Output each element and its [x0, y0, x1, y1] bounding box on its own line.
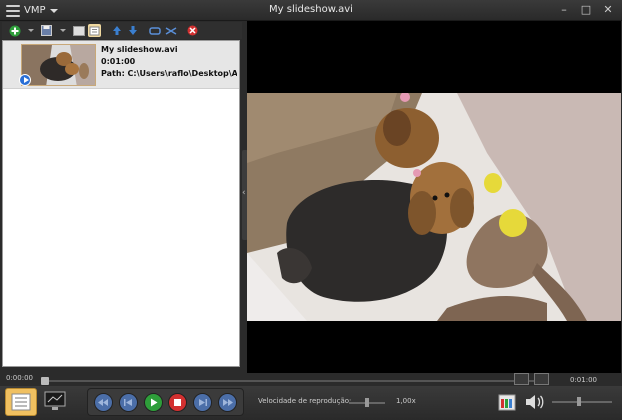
playlist-toggle-button[interactable] [5, 388, 37, 416]
save-icon[interactable] [40, 24, 53, 37]
dropdown-caret-icon[interactable] [56, 24, 69, 37]
remove-icon[interactable] [186, 24, 199, 37]
minimize-button[interactable]: – [556, 2, 572, 18]
playlist-panel[interactable]: My slideshow.avi 0:01:00 Path: C:\Users\… [2, 40, 240, 367]
next-icon[interactable] [193, 392, 213, 412]
seek-thumb[interactable] [41, 377, 49, 385]
move-up-icon[interactable] [110, 24, 123, 37]
dropdown-caret-icon[interactable] [24, 24, 37, 37]
playlist-toolbar [2, 22, 242, 39]
stop-icon[interactable] [168, 392, 188, 412]
total-time: 0:01:00 [570, 376, 597, 384]
video-display[interactable] [247, 21, 621, 373]
snapshot-gallery-icon[interactable] [496, 391, 518, 413]
play-icon[interactable] [143, 392, 163, 412]
video-thumbnail [21, 44, 96, 86]
fullscreen-view-button[interactable] [40, 388, 72, 416]
seek-bar[interactable] [42, 380, 548, 382]
shuffle-icon[interactable] [164, 24, 177, 37]
video-frame [247, 93, 621, 321]
speed-slider-thumb[interactable] [365, 398, 369, 407]
transport-controls [87, 388, 244, 416]
volume-icon[interactable] [524, 393, 546, 411]
playlist-icon [11, 393, 31, 411]
skip-back-icon[interactable] [93, 392, 113, 412]
volume-slider-thumb[interactable] [577, 397, 581, 406]
window-title: My slideshow.avi [269, 4, 353, 15]
move-down-icon[interactable] [126, 24, 139, 37]
elapsed-time: 0:00:00 [6, 374, 33, 382]
playlist-item-duration: 0:01:00 [101, 57, 136, 66]
repeat-icon[interactable] [148, 24, 161, 37]
volume-slider[interactable] [552, 401, 612, 403]
title-bar: VMP My slideshow.avi – □ ✕ [0, 0, 622, 21]
open-icon[interactable] [72, 24, 85, 37]
screenshot-icon[interactable] [514, 373, 529, 385]
record-icon[interactable] [534, 373, 549, 385]
speed-label: Velocidade de reprodução: [258, 397, 352, 405]
add-icon[interactable] [8, 24, 21, 37]
chevron-left-icon: ‹ [242, 188, 246, 198]
monitor-icon [44, 391, 66, 410]
speed-value: 1,00x [396, 397, 416, 405]
play-badge-icon [19, 74, 31, 86]
close-button[interactable]: ✕ [600, 2, 616, 18]
prev-icon[interactable] [118, 392, 138, 412]
playlist-item-title: My slideshow.avi [101, 45, 178, 54]
control-bar: Velocidade de reprodução: 1,00x [0, 386, 622, 420]
maximize-button[interactable]: □ [578, 2, 594, 18]
playlist-view-icon[interactable] [88, 24, 101, 37]
playlist-item-path: Path: C:\Users\raflo\Desktop\Arq [101, 69, 237, 78]
list-item[interactable]: My slideshow.avi 0:01:00 Path: C:\Users\… [3, 41, 239, 89]
skip-forward-icon[interactable] [218, 392, 238, 412]
